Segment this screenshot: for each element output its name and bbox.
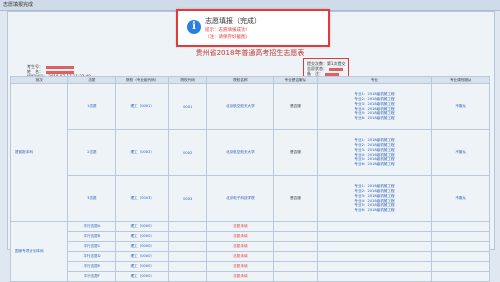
school-name-cell: 北京航空航天大学 <box>206 83 275 130</box>
batch-cell: 提前批本科 <box>9 83 69 222</box>
table-row: 平行志愿E 理工（0000） 志愿未填 <box>11 261 490 272</box>
volunteer-cell[interactable]: 平行志愿A <box>67 221 117 232</box>
table-row: 平行志愿C 理工（0000） 志愿未填 <box>11 241 490 252</box>
group-cell: 理工（0000） <box>115 271 170 282</box>
dialog-note: （注：请保存好截图） <box>205 35 250 40</box>
group-cell: 理工（0000） <box>115 221 170 232</box>
school-code-cell <box>168 271 208 282</box>
header-volunteer: 志愿 <box>67 76 117 84</box>
major-cell: 专业1：2018级机械工程 专业2：2018级机械工程 专业3：2018级机械工程专… <box>316 83 433 130</box>
school-code-cell <box>168 241 208 252</box>
major-cell: 专业1：2018级机械工程 专业2：2018级机械工程 专业3：2018级机械工程专… <box>316 129 433 176</box>
group-cell: 理工（0002） <box>115 129 170 176</box>
group-cell: 理工（0001） <box>115 83 170 130</box>
major-cell <box>316 271 433 282</box>
header-school-name: 院校名称 <box>206 76 275 84</box>
page-title: 贵州省2018年普通高考招生志愿表 <box>195 49 305 57</box>
major-cell <box>316 261 433 272</box>
volunteer-cell[interactable]: 3志愿 <box>67 175 117 222</box>
major-cell <box>316 221 433 232</box>
major-cell <box>316 231 433 242</box>
table-row: 国家专项计划本科 平行志愿A 理工（0000） 志愿未填 <box>9 221 490 282</box>
school-name-cell: 北京电子科技学院 <box>206 175 275 222</box>
batch-cell: 国家专项计划本科 <box>9 221 69 282</box>
header-school-code: 院校代码 <box>168 76 208 84</box>
school-code-cell: 0002 <box>168 129 208 176</box>
volunteer-cell[interactable]: 平行志愿D <box>67 251 117 262</box>
school-code-cell: 0001 <box>168 83 208 130</box>
group-cell: 理工（0000） <box>115 231 170 242</box>
adjust-cell: 不服从 <box>431 129 490 176</box>
table-row: 平行志愿D 理工（0000） 志愿未填 <box>11 251 490 262</box>
header-batch: 批次 <box>9 76 69 84</box>
dialog-message: 提示：志愿填报成功! <box>205 28 248 33</box>
adjust-cell <box>431 261 490 272</box>
school-code-cell <box>168 251 208 262</box>
school-name-cell: 北京航空航天大学 <box>206 129 275 176</box>
adjust-cell <box>431 271 490 282</box>
submission-status-box: 提交次数：第1次提交 志愿状态： 备 注： <box>303 58 349 78</box>
table-header-row: 批次 志愿 院校（专业组代码） 院校代码 院校名称 专业是否服从 专业 专业调剂… <box>9 76 490 84</box>
table-row: 2志愿 理工（0002） 0002 北京航空航天大学 是否服 专业1：2018级… <box>11 129 490 176</box>
adjust-cell <box>431 221 490 232</box>
major-cell: 专业1：2018级机械工程 专业2：2018级机械工程 专业3：2018级机械工程专… <box>316 175 433 222</box>
table-row: 平行志愿F 理工（0000） 志愿未填 <box>11 271 490 282</box>
school-code-cell <box>168 221 208 232</box>
volunteer-cell[interactable]: 平行志愿C <box>67 241 117 252</box>
volunteer-table: 批次 志愿 院校（专业组代码） 院校代码 院校名称 专业是否服从 专业 专业调剂… <box>9 76 490 282</box>
status-cell: 志愿未填 <box>206 271 275 282</box>
volunteer-cell[interactable]: 平行志愿B <box>67 231 117 242</box>
adjust-cell <box>431 251 490 262</box>
adjust-cell: 不服从 <box>431 83 490 130</box>
adjust-cell <box>431 231 490 242</box>
volunteer-cell[interactable]: 平行志愿F <box>67 271 117 282</box>
school-code-cell <box>168 231 208 242</box>
header-group: 院校（专业组代码） <box>115 76 170 84</box>
table-row: 平行志愿B 理工（0000） 志愿未填 <box>11 231 490 242</box>
obey-cell <box>273 251 318 262</box>
group-cell: 理工（0000） <box>115 261 170 272</box>
dialog-title: 志愿填报（完成） <box>205 17 261 25</box>
major-cell <box>316 251 433 262</box>
obey-cell <box>273 231 318 242</box>
volunteer-cell[interactable]: 2志愿 <box>67 129 117 176</box>
obey-cell <box>273 261 318 272</box>
status-cell: 志愿未填 <box>206 251 275 262</box>
table-row: 3志愿 理工（0003） 0003 北京电子科技学院 是否服 专业1：2018级… <box>11 175 490 222</box>
window-title: 志愿填报完成 <box>3 2 34 8</box>
status-cell: 志愿未填 <box>206 261 275 272</box>
adjust-cell: 不服从 <box>431 175 490 222</box>
school-code-cell: 0003 <box>168 175 208 222</box>
group-cell: 理工（0003） <box>115 175 170 222</box>
volunteer-cell[interactable]: 平行志愿E <box>67 261 117 272</box>
status-cell: 志愿未填 <box>206 241 275 252</box>
adjust-cell <box>431 241 490 252</box>
obey-cell <box>273 271 318 282</box>
group-cell: 理工（0000） <box>115 251 170 262</box>
obey-cell: 是否服 <box>273 83 318 130</box>
obey-cell: 是否服 <box>273 175 318 222</box>
status-cell: 志愿未填 <box>206 221 275 232</box>
status-cell: 志愿未填 <box>206 231 275 242</box>
info-icon: i <box>187 20 201 34</box>
table-row: 提前批本科 1志愿 理工（0001） 0001 北京航空航天大学 是否服 专业1… <box>9 83 490 222</box>
group-cell: 理工（0000） <box>115 241 170 252</box>
volunteer-cell[interactable]: 1志愿 <box>67 83 117 130</box>
header-obey: 专业是否服从 <box>273 76 318 84</box>
obey-cell <box>273 241 318 252</box>
obey-cell: 是否服 <box>273 129 318 176</box>
major-cell <box>316 241 433 252</box>
completion-dialog: i 志愿填报（完成） 提示：志愿填报成功! （注：请保存好截图） <box>176 9 330 47</box>
school-code-cell <box>168 261 208 272</box>
header-adjust: 专业调剂服从 <box>431 76 490 84</box>
obey-cell <box>273 221 318 232</box>
header-major: 专业 <box>316 76 433 84</box>
